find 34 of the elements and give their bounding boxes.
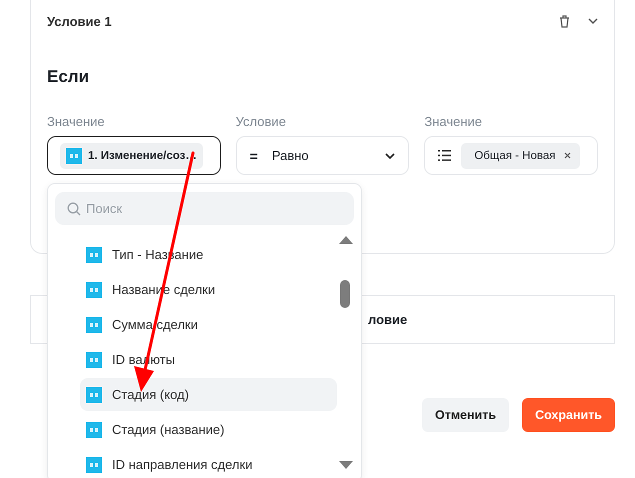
select-value: Равно [272,148,310,163]
chevron-down-icon [385,152,396,158]
app-icon [86,316,102,332]
condition-select[interactable]: = Равно [236,136,410,175]
dropdown-item[interactable]: ID направления сделки [80,448,337,478]
field-label: Значение [47,114,106,129]
scrollbar-thumb[interactable] [340,280,350,308]
search-icon [67,202,81,216]
add-condition-label[interactable]: ловие [368,312,408,327]
cancel-button[interactable]: Отменить [422,398,510,432]
scroll-up-icon[interactable] [339,236,353,244]
app-icon [86,352,102,368]
section-heading: Если [47,66,90,88]
list-icon [438,150,452,161]
scroll-down-icon[interactable] [339,461,353,469]
equals-symbol: = [250,148,258,164]
condition-title: Условие 1 [47,14,113,28]
app-icon [66,148,82,164]
app-icon [86,246,102,262]
app-icon [86,456,102,472]
close-icon[interactable] [564,152,572,159]
dropdown-item[interactable]: Стадия (название) [80,413,337,446]
field-label: Условие [236,114,287,129]
value-field[interactable]: Общая - Новая [424,136,598,175]
field-label: Значение [424,114,483,129]
dropdown-item[interactable]: Стадия (код) [80,378,337,411]
app-icon [86,282,102,298]
chevron-down-icon[interactable] [588,18,598,24]
app-icon [86,386,102,402]
dropdown-item[interactable]: Сумма сделки [80,308,337,341]
app-icon [86,422,102,438]
tag-label: Общая - Новая [474,150,556,162]
delete-icon[interactable] [559,14,570,28]
search-field[interactable]: Поиск [55,192,354,225]
